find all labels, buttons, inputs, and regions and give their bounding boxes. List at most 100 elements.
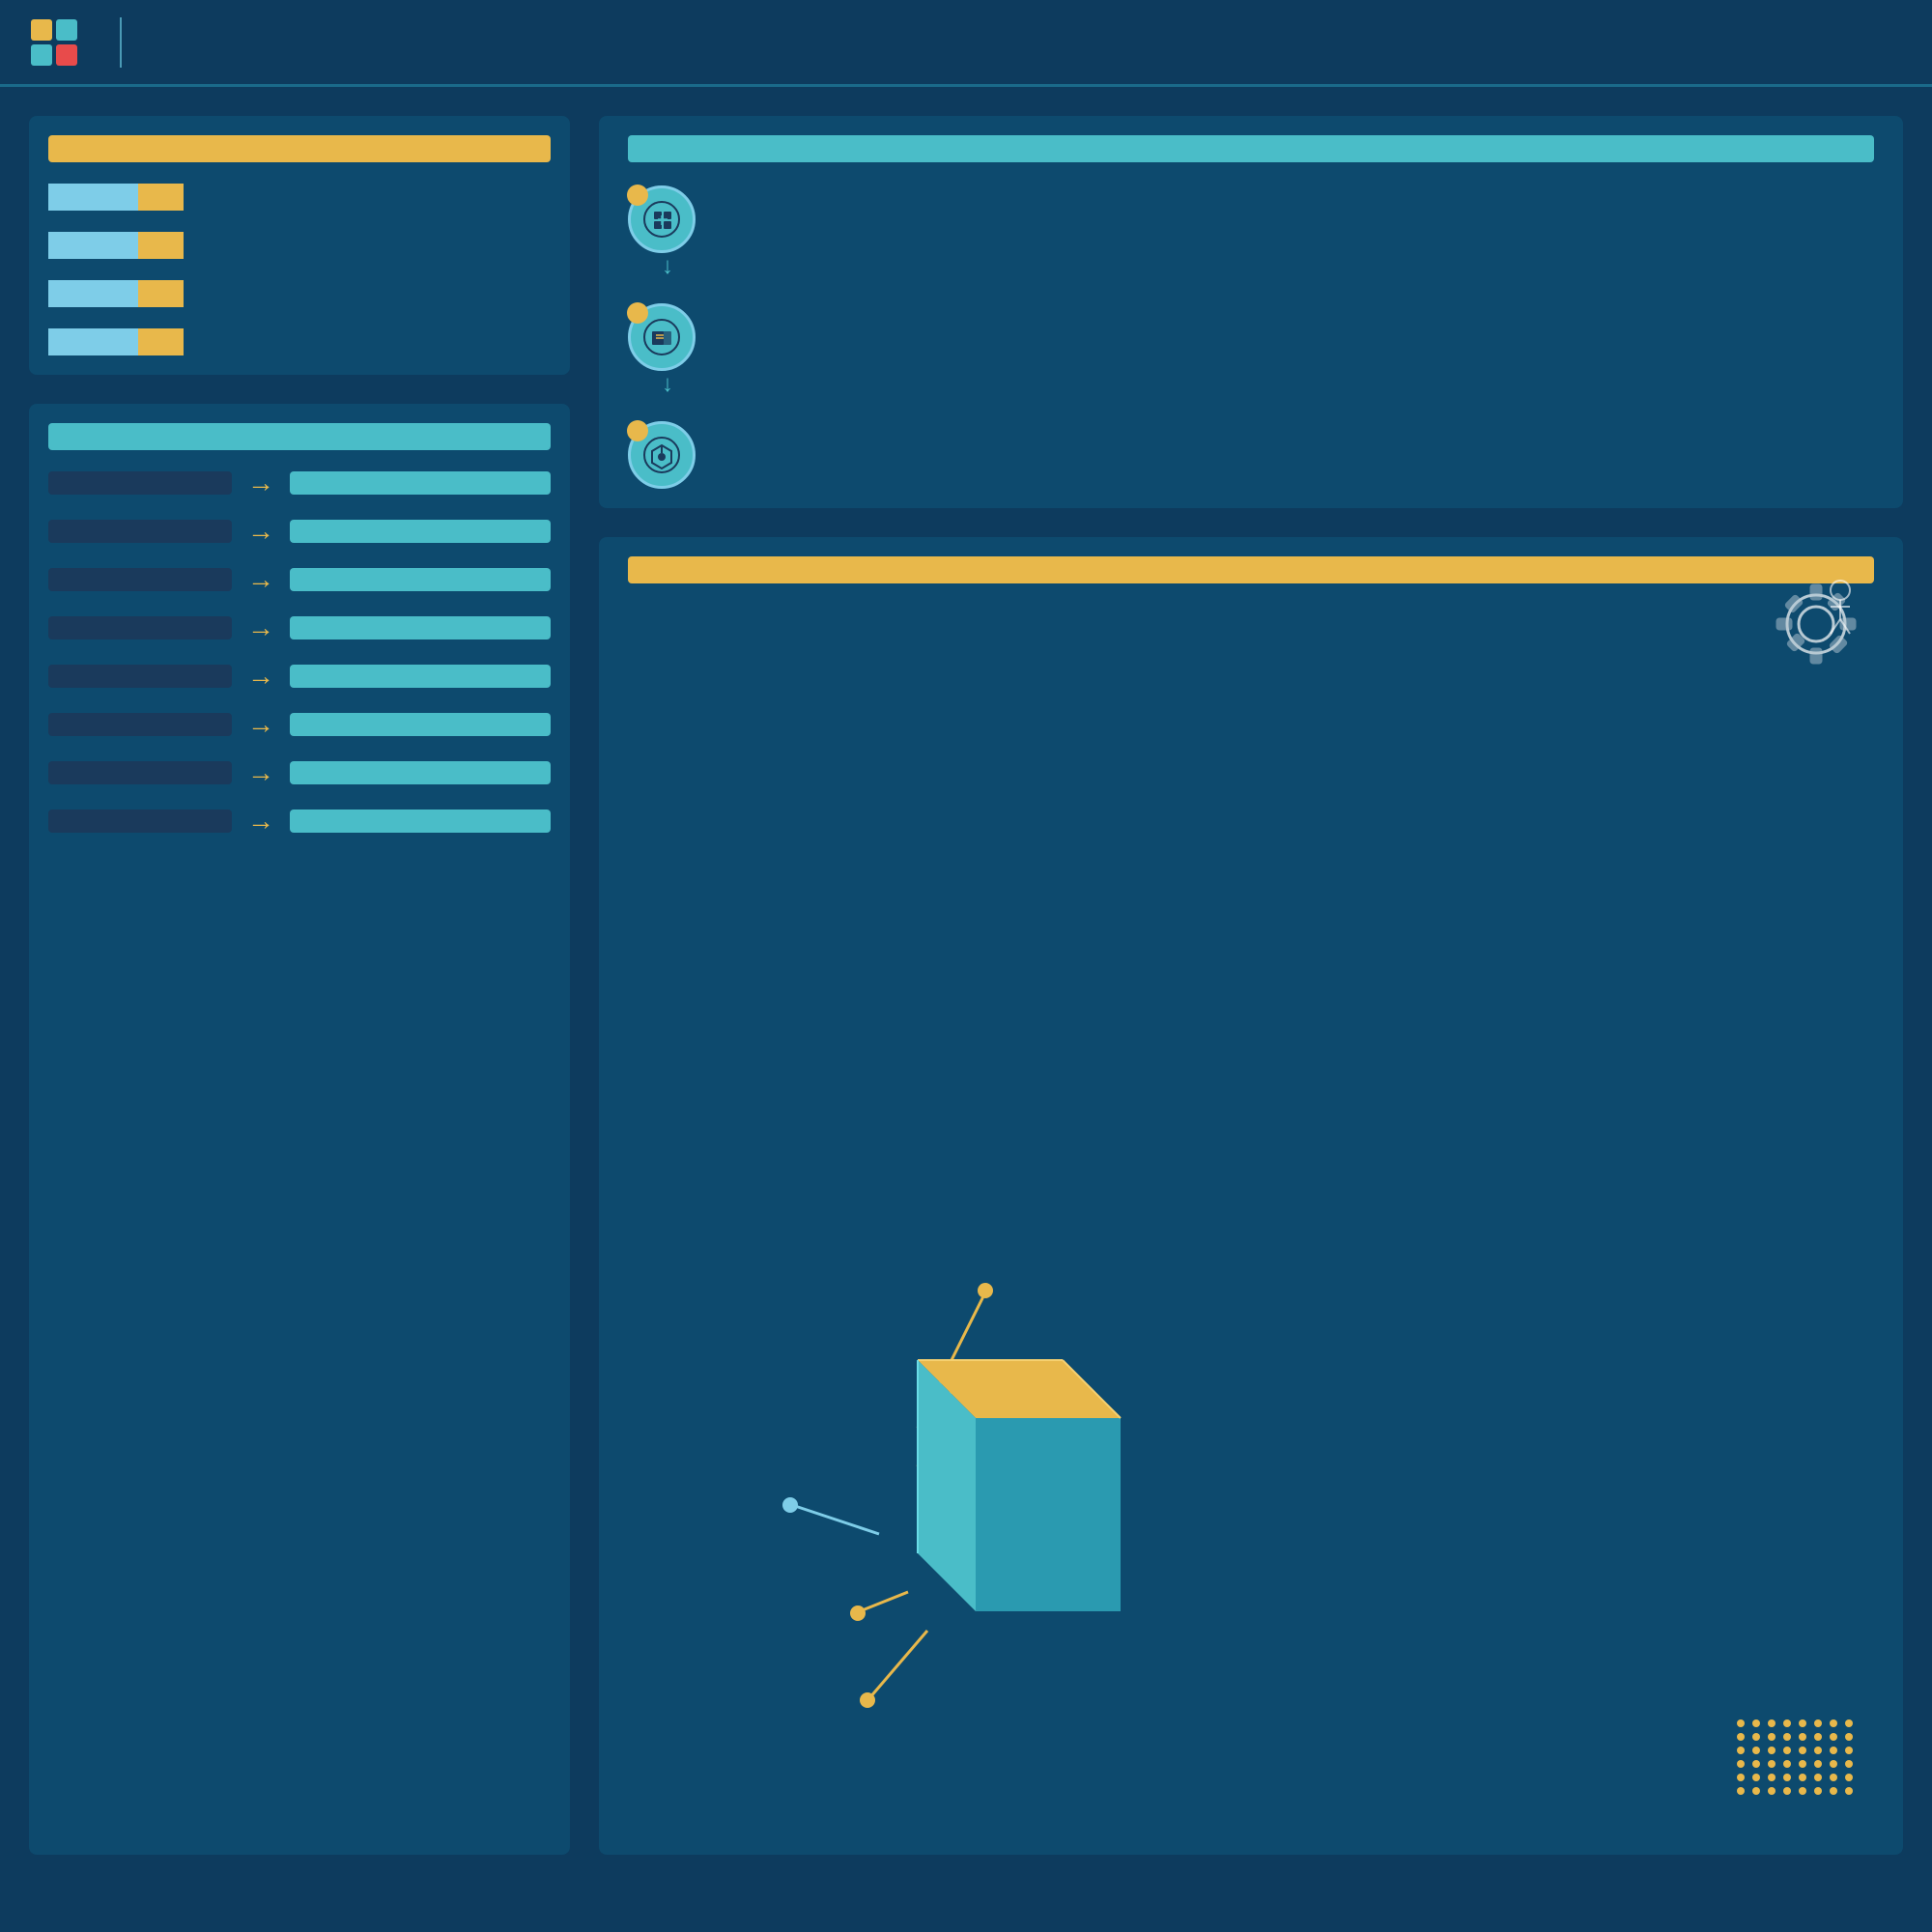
func-desc-4 — [290, 616, 551, 639]
decoration-dot — [1737, 1733, 1745, 1741]
logo-area — [29, 17, 122, 68]
step-circle-2 — [628, 303, 696, 371]
requirements-header — [48, 135, 551, 162]
func-arrow-7: → — [247, 757, 274, 788]
decoration-dot — [1752, 1719, 1760, 1727]
func-name-1 — [48, 471, 232, 495]
decoration-dot — [1737, 1747, 1745, 1754]
decoration-dot — [1799, 1760, 1806, 1768]
decoration-dot — [1737, 1719, 1745, 1727]
blockchain-icon-2 — [642, 318, 681, 356]
req-bar-blue-4 — [48, 328, 138, 355]
decoration-dot — [1845, 1747, 1853, 1754]
req-bar-blue-3 — [48, 280, 138, 307]
func-item-3: → — [48, 564, 551, 595]
decoration-dot — [1814, 1760, 1822, 1768]
decoration-dot — [1752, 1733, 1760, 1741]
func-name-7 — [48, 761, 232, 784]
decoration-dot — [1752, 1787, 1760, 1795]
decoration-dot — [1814, 1719, 1822, 1727]
decoration-dot — [1737, 1787, 1745, 1795]
req-bar-4 — [48, 328, 184, 355]
decoration-dot — [1768, 1719, 1776, 1727]
decoration-dot — [1830, 1774, 1837, 1781]
decoration-dot — [1752, 1747, 1760, 1754]
decoration-dot — [1799, 1787, 1806, 1795]
decoration-dot — [1783, 1747, 1791, 1754]
func-item-4: → — [48, 612, 551, 643]
decoration-dot — [1752, 1774, 1760, 1781]
req-item-1 — [48, 184, 551, 211]
step-down-arrow-2: ↓ — [662, 371, 1874, 398]
step-circle-3 — [628, 421, 696, 489]
decoration-dot — [1845, 1733, 1853, 1741]
decoration-dot — [1768, 1774, 1776, 1781]
decoration-dot — [1783, 1733, 1791, 1741]
func-item-1: → — [48, 468, 551, 498]
func-desc-1 — [290, 471, 551, 495]
decoration-dot — [1830, 1760, 1837, 1768]
decoration-dot — [1783, 1719, 1791, 1727]
func-desc-6 — [290, 713, 551, 736]
decoration-dot — [1830, 1733, 1837, 1741]
decoration-dot — [1799, 1733, 1806, 1741]
req-item-4 — [48, 328, 551, 355]
decoration-dot — [1814, 1787, 1822, 1795]
func-arrow-2: → — [247, 516, 274, 547]
req-item-3 — [48, 280, 551, 307]
func-name-5 — [48, 665, 232, 688]
req-bar-2 — [48, 232, 184, 259]
decoration-dot — [1768, 1747, 1776, 1754]
structure-header — [628, 556, 1874, 583]
req-bar-yellow-2 — [138, 232, 184, 259]
blockchain-icon-3 — [642, 436, 681, 474]
step-circle-1 — [628, 185, 696, 253]
func-desc-5 — [290, 665, 551, 688]
structure-content: // Generate dots const dotContainer = do… — [628, 603, 1874, 1824]
decoration-dot — [1752, 1760, 1760, 1768]
func-desc-7 — [290, 761, 551, 784]
step-item-3 — [628, 421, 1874, 489]
blockchain-icon-1 — [642, 200, 681, 239]
func-item-7: → — [48, 757, 551, 788]
req-bar-3 — [48, 280, 184, 307]
logo-icon — [29, 17, 79, 68]
decoration-dot — [1830, 1787, 1837, 1795]
func-name-8 — [48, 810, 232, 833]
func-desc-3 — [290, 568, 551, 591]
step-item-2 — [628, 303, 1874, 371]
func-arrow-3: → — [247, 564, 274, 595]
func-arrow-4: → — [247, 612, 274, 643]
decoration-dot — [1845, 1774, 1853, 1781]
footer — [0, 1884, 1932, 1932]
dots-decoration: // Generate dots const dotContainer = do… — [1737, 1719, 1855, 1795]
decoration-dot — [1799, 1719, 1806, 1727]
step-number-2 — [627, 302, 648, 324]
decoration-dot — [1845, 1760, 1853, 1768]
step-number-3 — [627, 420, 648, 441]
decoration-dot — [1799, 1774, 1806, 1781]
functions-section: → → → → → — [29, 404, 570, 1855]
func-item-2: → — [48, 516, 551, 547]
decoration-dot — [1814, 1733, 1822, 1741]
decoration-dot — [1830, 1747, 1837, 1754]
func-name-2 — [48, 520, 232, 543]
req-bar-1 — [48, 184, 184, 211]
structure-section: // Generate dots const dotContainer = do… — [599, 537, 1903, 1855]
right-column: ↓ ↓ — [599, 116, 1903, 1855]
func-arrow-5: → — [247, 661, 274, 692]
decoration-dot — [1845, 1787, 1853, 1795]
decoration-dot — [1768, 1733, 1776, 1741]
steps-section: ↓ ↓ — [599, 116, 1903, 508]
decoration-dot — [1845, 1719, 1853, 1727]
decoration-dot — [1783, 1774, 1791, 1781]
func-arrow-6: → — [247, 709, 274, 740]
block-3d-diagram — [599, 1148, 1275, 1824]
step-number-1 — [627, 185, 648, 206]
decoration-dot — [1814, 1774, 1822, 1781]
step-item-1 — [628, 185, 1874, 253]
steps-header — [628, 135, 1874, 162]
step-down-arrow-1: ↓ — [662, 253, 1874, 280]
func-item-8: → — [48, 806, 551, 837]
requirements-section — [29, 116, 570, 375]
